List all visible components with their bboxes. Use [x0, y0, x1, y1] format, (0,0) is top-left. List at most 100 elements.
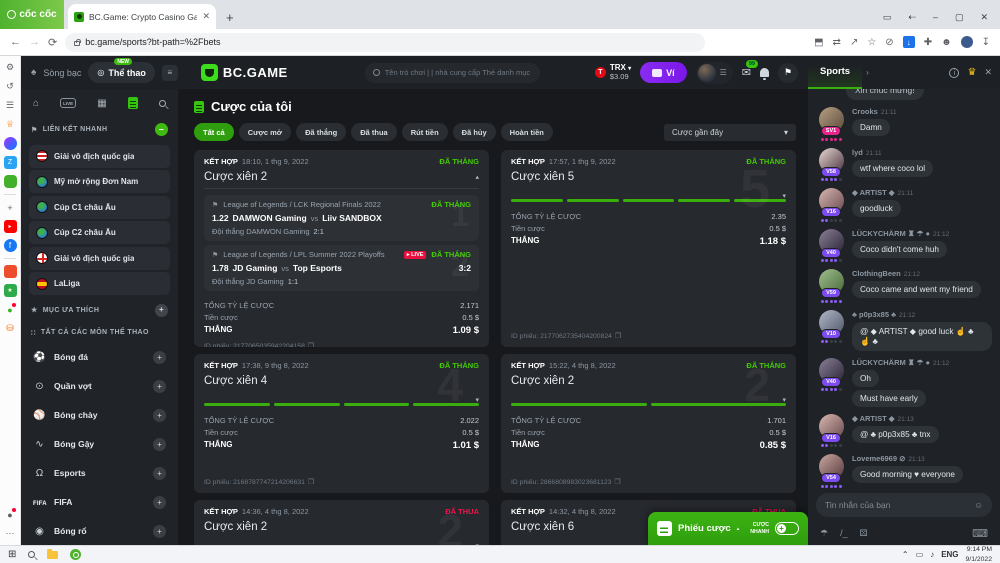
- sidebar-sport-esports[interactable]: ΩEsports+: [29, 459, 170, 488]
- copy-icon[interactable]: ❐: [308, 478, 314, 486]
- coccoc-brand[interactable]: cốc cốc: [0, 0, 64, 29]
- sports-toggle[interactable]: ◎ Thể thao NEW: [88, 62, 154, 83]
- add-sport-button[interactable]: +: [153, 409, 166, 422]
- start-button[interactable]: ⊞: [8, 549, 16, 560]
- bets-filter-tab[interactable]: Cược mở: [239, 123, 291, 141]
- zalo-icon[interactable]: Z: [4, 156, 17, 169]
- rain-icon[interactable]: ☂: [820, 528, 828, 539]
- casino-toggle[interactable]: Sòng bạc: [43, 68, 81, 78]
- youtube-icon[interactable]: ▸: [4, 220, 17, 233]
- bet-card[interactable]: KẾT HỢP17:38, 9 thg 8, 2022ĐÃ THẮNGCược …: [194, 354, 489, 493]
- copy-icon[interactable]: ❐: [614, 478, 620, 486]
- sidebar-sport-tennis[interactable]: ⊙Quần vợt+: [29, 372, 170, 401]
- notifications-bell-icon[interactable]: [760, 68, 769, 77]
- bets-filter-tab[interactable]: Đã thắng: [296, 123, 346, 141]
- sidebar-quick-link[interactable]: Cúp C1 châu Âu: [29, 196, 170, 219]
- expand-caret-icon[interactable]: ▾: [782, 192, 786, 200]
- chat-username[interactable]: lyd21:11: [852, 148, 992, 157]
- tab-close-icon[interactable]: ✕: [202, 11, 210, 22]
- maximize-button[interactable]: ▢: [955, 12, 964, 23]
- sidebar-search-icon[interactable]: [159, 100, 166, 107]
- chat-info-icon[interactable]: i: [949, 68, 959, 78]
- chat-username[interactable]: LÜCKYCHÄRM ♜ ☂ ●21:12: [852, 358, 992, 367]
- leaf-app-icon[interactable]: ●: [4, 303, 17, 316]
- keyboard-icon[interactable]: ⌨: [972, 527, 988, 540]
- close-window-button[interactable]: ✕: [980, 12, 988, 23]
- reload-button[interactable]: ⟳: [48, 36, 57, 49]
- add-favorite-button[interactable]: +: [155, 304, 168, 317]
- network-icon[interactable]: ▭: [916, 550, 924, 559]
- copy-icon[interactable]: ❐: [308, 342, 314, 347]
- add-sport-button[interactable]: +: [153, 380, 166, 393]
- games-icon[interactable]: [4, 175, 17, 188]
- messenger-icon[interactable]: [4, 137, 17, 150]
- bet-slip-button[interactable]: Phiếu cược ▴ CƯỢC NHANH: [648, 512, 808, 545]
- game-search-input[interactable]: Tên trò chơi | | nhà cung cấp Thẻ danh m…: [365, 63, 540, 83]
- chat-username[interactable]: ◆ ARTIST ◆21:11: [852, 188, 992, 197]
- copy-icon[interactable]: ❐: [615, 332, 621, 340]
- wallet-button[interactable]: Ví: [640, 62, 687, 83]
- sidebar-sport-basketball[interactable]: ◉Bóng rổ+: [29, 517, 170, 546]
- volume-icon[interactable]: ♪: [930, 550, 934, 559]
- settings-gear-icon[interactable]: ⚙: [4, 61, 17, 74]
- sidebar-sport-baseball[interactable]: ⚾Bóng chày+: [29, 401, 170, 430]
- reading-list-icon[interactable]: ☰: [4, 99, 17, 112]
- bet-card[interactable]: KẾT HỢP18:10, 1 thg 9, 2022ĐÃ THẮNGCược …: [194, 150, 489, 347]
- browser-tab[interactable]: BC.Game: Crypto Casino Gan ✕: [68, 4, 216, 29]
- inbox-button[interactable]: ✉99: [742, 66, 751, 79]
- emoji-icon[interactable]: ☺: [974, 500, 983, 510]
- trophy-icon[interactable]: ♛: [967, 67, 976, 78]
- chat-username[interactable]: ClothingBeen21:12: [852, 269, 992, 278]
- chat-username[interactable]: Loveme6969 ⊘21:13: [852, 454, 992, 463]
- bet-card[interactable]: KẾT HỢP15:22, 4 thg 8, 2022ĐÃ THẮNGCược …: [501, 354, 796, 493]
- add-shortcut-icon[interactable]: +: [4, 201, 17, 214]
- bets-filter-tab[interactable]: Đã thua: [351, 123, 397, 141]
- live-nav-icon[interactable]: LIVE: [60, 98, 76, 108]
- menu-collapse-icon[interactable]: ≡: [162, 65, 178, 81]
- crown-icon[interactable]: ♕: [4, 118, 17, 131]
- bet-card[interactable]: KẾT HỢP17:57, 1 thg 9, 2022ĐÃ THẮNGCược …: [501, 150, 796, 347]
- chat-message-input[interactable]: Tin nhắn của bạn ☺: [816, 493, 992, 517]
- forward-button[interactable]: →: [29, 36, 40, 48]
- bcgame-logo[interactable]: BC.GAME: [201, 64, 288, 81]
- quick-bet-toggle[interactable]: [775, 522, 799, 535]
- share-icon[interactable]: ↗: [850, 37, 858, 48]
- chat-username[interactable]: ♣ p0p3x85 ♣21:12: [852, 310, 992, 319]
- new-tab-button[interactable]: +: [226, 10, 234, 25]
- chat-tab-sports[interactable]: Sports: [808, 56, 862, 89]
- tab-search-icon[interactable]: ▭: [883, 12, 892, 23]
- facebook-icon[interactable]: f: [4, 239, 17, 252]
- bets-filter-tab[interactable]: Hoàn tiền: [501, 123, 553, 141]
- sidebar-quick-link[interactable]: Cúp C2 châu Âu: [29, 221, 170, 244]
- sidebar-sport-cricket[interactable]: ∿Bóng Gậy+: [29, 430, 170, 459]
- expand-caret-icon[interactable]: ▾: [475, 542, 479, 545]
- sort-dropdown[interactable]: Cược gần đây▾: [664, 124, 796, 141]
- sidebar-quick-link[interactable]: Mỹ mở rộng Đơn Nam: [29, 170, 170, 193]
- taskbar-coccoc-icon[interactable]: [70, 549, 81, 560]
- taskbar-clock[interactable]: 9:14 PM9/1/2022: [966, 545, 992, 563]
- bookmark-star-icon[interactable]: ☆: [867, 37, 876, 48]
- add-sport-button[interactable]: +: [153, 438, 166, 451]
- chat-username[interactable]: LÜCKYCHÄRM ♜ ☂ ●21:12: [852, 229, 992, 238]
- history-icon[interactable]: ↺: [4, 80, 17, 93]
- promo-app-icon[interactable]: ★: [4, 284, 17, 297]
- bets-filter-tab[interactable]: Đã hủy: [453, 123, 496, 141]
- sidebar-quick-link[interactable]: LaLiga: [29, 272, 170, 295]
- shopping-app-icon[interactable]: [4, 265, 17, 278]
- home-icon[interactable]: ⌂: [33, 98, 39, 109]
- screenshot-icon[interactable]: ⬒: [814, 37, 823, 48]
- dice-icon[interactable]: ⚄: [860, 528, 868, 539]
- cart-app-icon[interactable]: ⛁: [4, 322, 17, 335]
- tray-expand-icon[interactable]: ⌃: [902, 550, 909, 559]
- sidebar-sport-fifa[interactable]: FIFAFIFA+: [29, 488, 170, 517]
- language-indicator[interactable]: ENG: [941, 550, 958, 559]
- chat-username[interactable]: Crooks21:11: [852, 107, 992, 116]
- extensions-icon[interactable]: ✚: [924, 37, 932, 48]
- bets-filter-tab[interactable]: Rút tiền: [402, 123, 448, 141]
- chat-toggle-icon[interactable]: ⚑: [778, 63, 798, 83]
- rail-more-icon[interactable]: ⋯: [4, 527, 17, 540]
- chevron-right-icon[interactable]: ›: [866, 68, 869, 77]
- profile-menu[interactable]: ☰: [696, 62, 733, 84]
- adblock-icon[interactable]: ⊘: [885, 37, 893, 48]
- add-sport-button[interactable]: +: [153, 525, 166, 538]
